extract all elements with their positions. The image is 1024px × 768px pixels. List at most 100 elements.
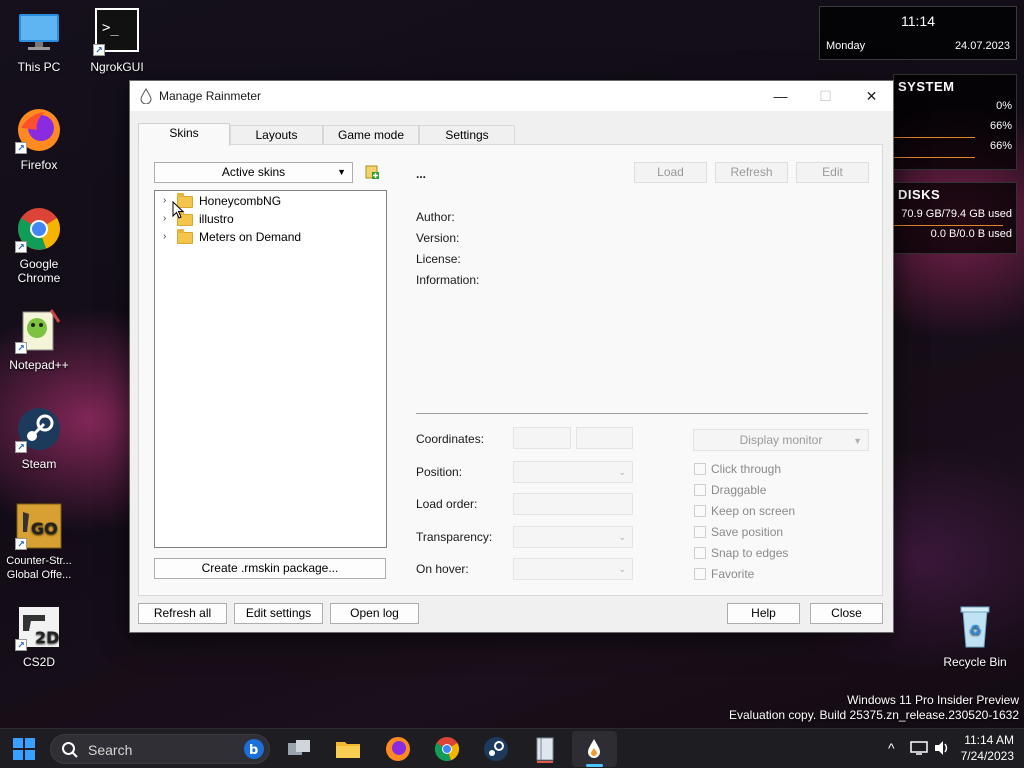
help-button[interactable]: Help bbox=[727, 603, 800, 624]
desktop-icon-firefox[interactable]: ↗ Firefox bbox=[0, 106, 78, 172]
refresh-all-button[interactable]: Refresh all bbox=[138, 603, 227, 624]
svg-text:2D: 2D bbox=[35, 628, 59, 647]
coordinate-x-field[interactable] bbox=[513, 427, 571, 449]
rainmeter-disks-widget[interactable]: DISKS 70.9 GB/79.4 GB used 0.0 B/0.0 B u… bbox=[893, 182, 1017, 254]
favorite-checkbox[interactable]: Favorite bbox=[694, 567, 754, 581]
desktop-icon-label: NgrokGUI bbox=[90, 60, 144, 74]
shortcut-arrow-icon: ↗ bbox=[15, 441, 27, 453]
disk-row-c: 70.9 GB/79.4 GB used bbox=[894, 208, 1016, 228]
desktop-icon-steam[interactable]: ↗ Steam bbox=[0, 405, 78, 471]
save-position-checkbox[interactable]: Save position bbox=[694, 525, 783, 539]
start-button[interactable] bbox=[10, 735, 38, 763]
chrome-taskbar-button[interactable] bbox=[433, 735, 461, 763]
load-button[interactable]: Load bbox=[634, 162, 707, 183]
license-label: License: bbox=[416, 252, 461, 266]
close-window-button[interactable]: ✕ bbox=[849, 81, 894, 111]
windows-watermark: Windows 11 Pro Insider Preview Evaluatio… bbox=[729, 693, 1019, 722]
keep-on-screen-checkbox[interactable]: Keep on screen bbox=[694, 504, 795, 518]
book-icon bbox=[536, 737, 554, 763]
desktop-icon-label: Steam bbox=[21, 457, 57, 471]
chevron-down-icon: ⌄ bbox=[618, 532, 626, 542]
title-bar[interactable]: Manage Rainmeter — ☐ ✕ bbox=[130, 81, 893, 111]
network-icon[interactable] bbox=[910, 740, 928, 759]
clock-date: 24.07.2023 bbox=[954, 40, 1010, 52]
volume-icon[interactable] bbox=[933, 740, 951, 759]
rainmeter-drop-icon bbox=[588, 739, 600, 758]
tray-overflow-button[interactable]: ^ bbox=[888, 740, 895, 756]
maximize-button[interactable]: ☐ bbox=[803, 81, 848, 111]
snap-to-edges-checkbox[interactable]: Snap to edges bbox=[694, 546, 788, 560]
desktop-icon-label: Firefox bbox=[20, 158, 58, 172]
draggable-checkbox[interactable]: Draggable bbox=[694, 483, 766, 497]
chevron-down-icon: ⌄ bbox=[618, 467, 626, 477]
position-label: Position: bbox=[416, 465, 463, 479]
information-label: Information: bbox=[416, 273, 480, 287]
desktop-icon-chrome[interactable]: ↗ Google Chrome bbox=[0, 205, 78, 285]
tab-skins[interactable]: Skins bbox=[138, 123, 230, 146]
firefox-icon bbox=[386, 737, 410, 761]
position-select[interactable]: ⌄ bbox=[513, 461, 633, 483]
task-view-button[interactable] bbox=[285, 735, 313, 763]
system-bar bbox=[894, 157, 975, 158]
click-through-checkbox[interactable]: Click through bbox=[694, 462, 781, 476]
desktop-icon-label: CS2D bbox=[22, 655, 55, 669]
open-log-button[interactable]: Open log bbox=[330, 603, 419, 624]
steam-taskbar-button[interactable] bbox=[482, 735, 510, 763]
on-hover-select[interactable]: ⌄ bbox=[513, 558, 633, 580]
tab-game-mode[interactable]: Game mode bbox=[323, 125, 419, 145]
author-label: Author: bbox=[416, 210, 455, 224]
shortcut-arrow-icon: ↗ bbox=[15, 342, 27, 354]
shortcut-arrow-icon: ↗ bbox=[15, 639, 27, 651]
cs2d-icon: 2D ↗ bbox=[15, 603, 63, 651]
firefox-taskbar-button[interactable] bbox=[384, 735, 412, 763]
version-label: Version: bbox=[416, 231, 460, 245]
desktop-icon-recycle-bin[interactable]: ♻ Recycle Bin bbox=[936, 603, 1014, 669]
taskbar: Search b ^ 11:14 AM 7/24/2023 bbox=[0, 728, 1024, 768]
rainmeter-clock-widget[interactable]: 11:14 Monday 24.07.2023 bbox=[819, 6, 1017, 60]
taskbar-search[interactable]: Search b bbox=[50, 734, 270, 764]
edit-settings-button[interactable]: Edit settings bbox=[234, 603, 323, 624]
mouse-cursor-icon bbox=[172, 201, 184, 219]
terminal-icon: >_ ↗ bbox=[93, 8, 141, 56]
refresh-button[interactable]: Refresh bbox=[715, 162, 788, 183]
ngrokgui-taskbar-button[interactable] bbox=[531, 735, 559, 763]
tab-settings[interactable]: Settings bbox=[419, 125, 515, 145]
create-rmskin-button[interactable]: Create .rmskin package... bbox=[154, 558, 386, 579]
folder-icon bbox=[336, 742, 360, 758]
disks-widget-title: DISKS bbox=[898, 187, 941, 202]
shortcut-arrow-icon: ↗ bbox=[93, 44, 105, 56]
close-button[interactable]: Close bbox=[810, 603, 883, 624]
disk-row-d: 0.0 B/0.0 B used bbox=[930, 228, 1012, 240]
desktop-icon-notepadpp[interactable]: ↗ Notepad++ bbox=[0, 306, 78, 372]
rainmeter-taskbar-button[interactable] bbox=[572, 731, 617, 767]
notepadpp-icon: ↗ bbox=[15, 306, 63, 354]
edit-button[interactable]: Edit bbox=[796, 162, 869, 183]
taskbar-clock[interactable]: 11:14 AM 7/24/2023 bbox=[956, 732, 1014, 764]
rainmeter-system-widget[interactable]: SYSTEM 0% 66% 66% bbox=[893, 74, 1017, 170]
svg-text:♻: ♻ bbox=[969, 623, 982, 639]
active-skins-dropdown[interactable]: Active skins ▼ bbox=[154, 162, 353, 183]
bing-icon: b bbox=[244, 739, 264, 759]
desktop-icon-this-pc[interactable]: This PC bbox=[0, 8, 78, 74]
search-icon bbox=[62, 742, 78, 758]
expand-chevron-icon[interactable]: › bbox=[163, 228, 173, 246]
file-explorer-button[interactable] bbox=[334, 735, 362, 763]
desktop-icon-cs2d[interactable]: 2D ↗ CS2D bbox=[0, 603, 78, 669]
coordinate-y-field[interactable] bbox=[576, 427, 633, 449]
divider bbox=[416, 413, 868, 414]
manage-rainmeter-window[interactable]: Manage Rainmeter — ☐ ✕ Skins Layouts Gam… bbox=[129, 80, 894, 633]
disk-bar bbox=[894, 225, 1003, 226]
minimize-button[interactable]: — bbox=[758, 81, 803, 111]
chrome-icon: ↗ bbox=[15, 205, 63, 253]
shortcut-arrow-icon: ↗ bbox=[15, 538, 27, 550]
skins-tree[interactable]: › HoneycombNG › illustro › Meters on Dem… bbox=[154, 190, 387, 548]
transparency-select[interactable]: ⌄ bbox=[513, 526, 633, 548]
load-order-field[interactable] bbox=[513, 493, 633, 515]
desktop-icon-csgo[interactable]: GO ↗ Counter-Str... Global Offe... bbox=[0, 502, 78, 582]
desktop-icon-ngrokgui[interactable]: >_ ↗ NgrokGUI bbox=[78, 8, 156, 74]
svg-text:GO: GO bbox=[31, 519, 58, 538]
add-skin-icon[interactable] bbox=[365, 164, 380, 180]
tab-layouts[interactable]: Layouts bbox=[230, 125, 323, 145]
steam-icon bbox=[484, 737, 508, 761]
display-monitor-dropdown[interactable]: Display monitor ▼ bbox=[693, 429, 869, 451]
